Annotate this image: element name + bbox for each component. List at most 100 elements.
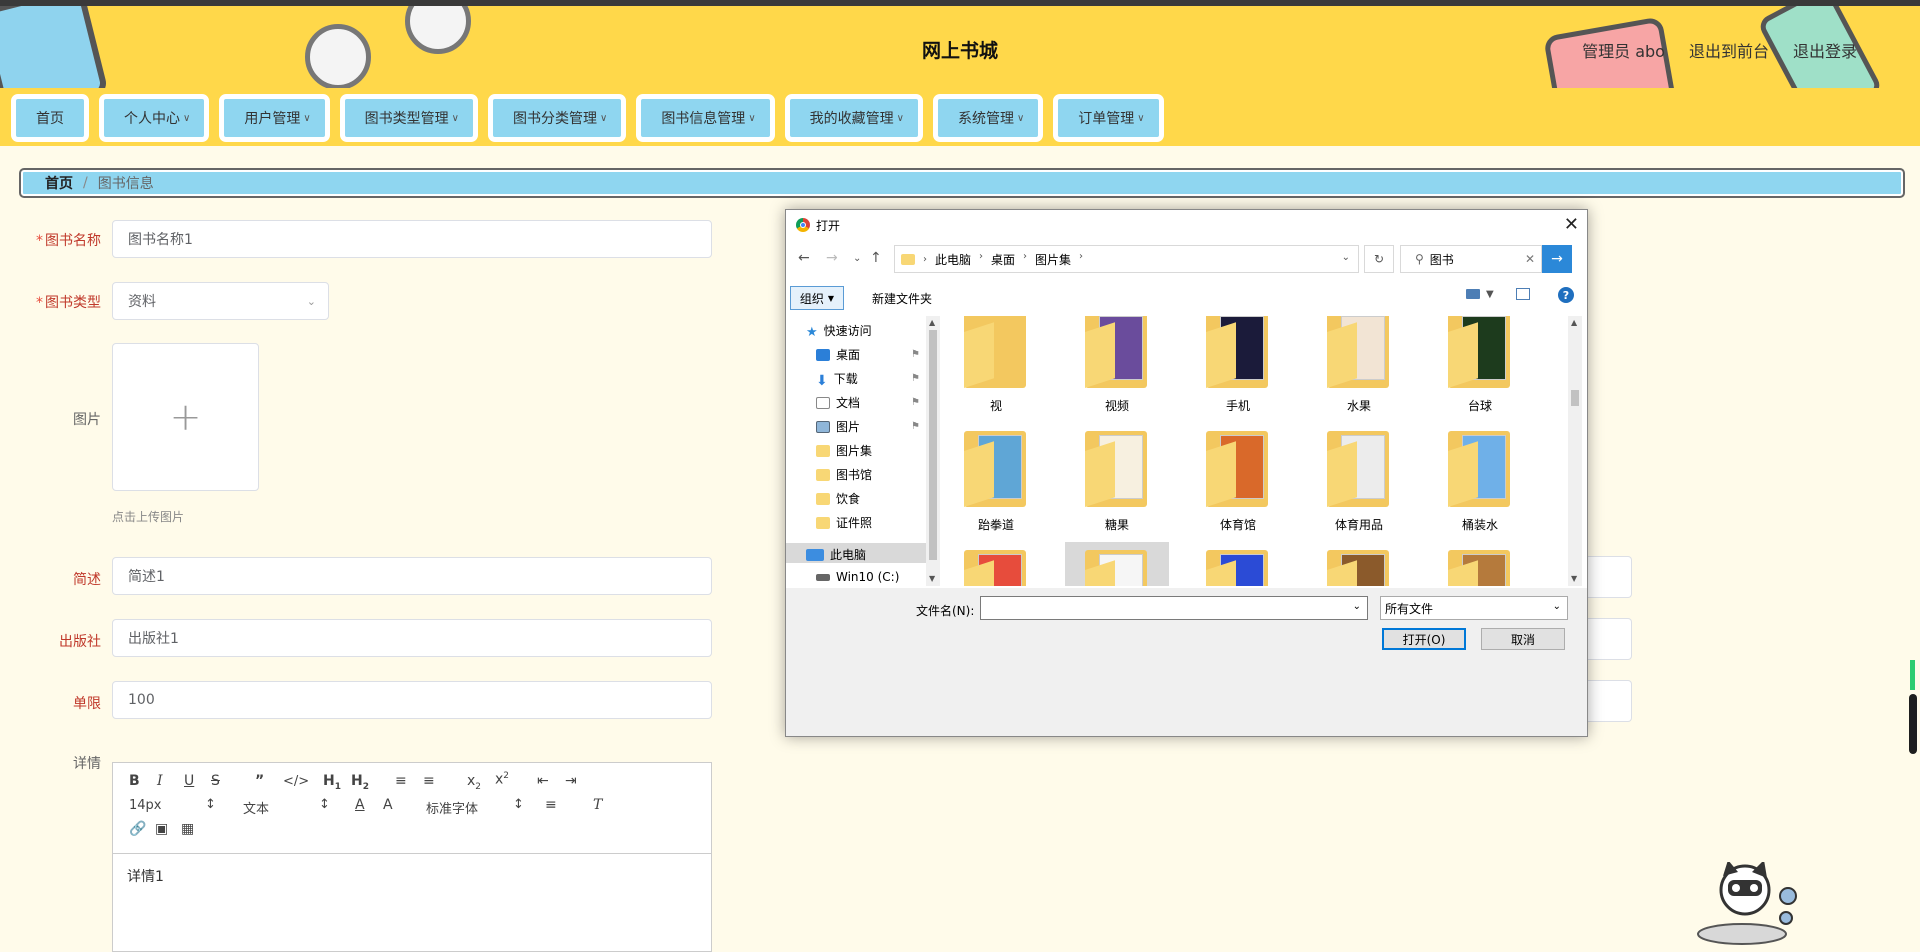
scrollbar-thumb[interactable]	[929, 330, 937, 560]
address-crumb[interactable]: 此电脑	[935, 251, 971, 268]
scroll-up-icon[interactable]: ▲	[1571, 318, 1577, 327]
preview-pane-icon[interactable]	[1516, 288, 1530, 300]
grid-scrollbar[interactable]: ▲ ▼	[1568, 316, 1582, 586]
description-input[interactable]: 简述1	[112, 557, 712, 595]
page-scrollbar[interactable]	[1906, 660, 1920, 754]
tree-item[interactable]: 图书馆	[816, 466, 926, 483]
tree-item[interactable]: ⬇ 下载 ⚑	[816, 370, 926, 389]
font-color-icon[interactable]: A	[355, 797, 365, 813]
view-icon[interactable]	[1466, 289, 1480, 299]
heading1-icon[interactable]: H1	[323, 773, 341, 792]
up-arrow-icon[interactable]: ↑	[870, 250, 882, 266]
superscript-icon[interactable]: x2	[495, 771, 509, 788]
nav-item-6[interactable]: 我的收藏管理 ∨	[784, 94, 923, 142]
back-arrow-icon[interactable]: ←	[798, 250, 810, 266]
nav-pane-scrollbar[interactable]: ▲ ▼	[926, 316, 940, 586]
folder-item[interactable]: 图书馆	[1307, 542, 1411, 586]
code-icon[interactable]: </>	[283, 774, 309, 789]
scroll-down-icon[interactable]: ▼	[929, 574, 935, 583]
nav-item-2[interactable]: 用户管理 ∨	[219, 94, 330, 142]
search-go-button[interactable]: →	[1542, 245, 1572, 273]
tree-item[interactable]: ★ 快速访问	[806, 322, 926, 340]
chevron-right-icon[interactable]: ›	[1023, 251, 1027, 268]
bold-icon[interactable]: B	[129, 773, 140, 789]
nav-item-4[interactable]: 图书分类管理 ∨	[487, 94, 627, 142]
folder-item[interactable]: 图片	[1065, 542, 1169, 586]
folder-item[interactable]: 桶装水	[1428, 423, 1532, 539]
address-crumb[interactable]: 图片集	[1035, 251, 1071, 268]
nav-item-5[interactable]: 图书信息管理 ∨	[636, 94, 775, 142]
tree-item[interactable]: 图片 ⚑	[816, 418, 926, 435]
tree-item[interactable]: 此电脑	[806, 546, 926, 563]
logout-link[interactable]: 退出登录	[1793, 38, 1857, 62]
chevron-down-icon[interactable]: ⌄	[1342, 252, 1350, 263]
help-icon[interactable]: ?	[1558, 287, 1574, 303]
filename-input[interactable]: ⌄	[980, 596, 1368, 620]
breadcrumb-home[interactable]: 首页	[45, 173, 73, 193]
tree-item[interactable]: 证件照	[816, 514, 926, 531]
folder-item[interactable]: 投票	[944, 542, 1048, 586]
link-icon[interactable]: 🔗	[129, 821, 146, 837]
tree-item[interactable]: 文档 ⚑	[816, 394, 926, 411]
folder-item[interactable]: 手机	[1186, 316, 1290, 420]
heading2-icon[interactable]: H2	[351, 773, 369, 792]
underline-icon[interactable]: U	[184, 773, 194, 789]
chevron-down-icon[interactable]: ⌄	[1353, 601, 1361, 612]
cancel-button[interactable]: 取消	[1481, 628, 1565, 650]
exit-to-front-link[interactable]: 退出到前台	[1689, 38, 1769, 62]
tree-item[interactable]: Win10 (C:)	[816, 570, 926, 584]
folder-item[interactable]: 体育用品	[1307, 423, 1411, 539]
folder-item[interactable]: 跆拳道	[944, 423, 1048, 539]
tree-item[interactable]: 图片集	[816, 442, 926, 459]
strikethrough-icon[interactable]: S	[211, 773, 220, 789]
italic-icon[interactable]: I	[157, 773, 163, 789]
text-type-select[interactable]: 文本	[243, 798, 269, 817]
refresh-button[interactable]: ↻	[1364, 245, 1394, 273]
scrollbar-thumb[interactable]	[1571, 390, 1579, 406]
folder-item[interactable]: 视频	[1065, 316, 1169, 420]
folder-item[interactable]: 台球	[1428, 316, 1532, 420]
scroll-down-icon[interactable]: ▼	[1571, 574, 1577, 583]
editor-content[interactable]: 详情1	[113, 854, 711, 898]
folder-item[interactable]: 糖果	[1065, 423, 1169, 539]
video-icon[interactable]: ▦	[181, 821, 194, 837]
open-button[interactable]: 打开(O)	[1382, 628, 1466, 650]
chevron-right-icon[interactable]: ›	[979, 251, 983, 268]
nav-item-0[interactable]: 首页	[11, 94, 89, 142]
publisher-input[interactable]: 出版社1	[112, 619, 712, 657]
close-icon[interactable]: ✕	[1564, 214, 1579, 235]
search-input[interactable]: ⚲ 图书 ✕	[1400, 245, 1542, 273]
filetype-select[interactable]: 所有文件 ⌄	[1380, 596, 1568, 620]
blockquote-icon[interactable]: ”	[255, 773, 264, 789]
image-upload-button[interactable]: +	[112, 343, 259, 491]
new-folder-button[interactable]: 新建文件夹	[872, 290, 932, 307]
nav-item-3[interactable]: 图书类型管理 ∨	[339, 94, 478, 142]
tree-item[interactable]: 桌面 ⚑	[816, 346, 926, 363]
folder-item[interactable]: 视	[944, 316, 1048, 420]
image-icon[interactable]: ▣	[155, 821, 168, 837]
caret-down-icon[interactable]: ▼	[1486, 289, 1494, 300]
outdent-icon[interactable]: ⇤	[537, 773, 549, 789]
tree-item[interactable]: 饮食	[816, 490, 926, 507]
folder-item[interactable]: 土壤	[1428, 542, 1532, 586]
scrollbar-thumb[interactable]	[1909, 694, 1917, 754]
book-type-select[interactable]: 资料 ⌄	[112, 282, 329, 320]
nav-item-8[interactable]: 订单管理 ∨	[1053, 94, 1164, 142]
address-crumb[interactable]: 桌面	[991, 251, 1015, 268]
folder-item[interactable]: 水果	[1307, 316, 1411, 420]
folder-item[interactable]: 体育馆	[1186, 423, 1290, 539]
chevron-right-icon[interactable]: ›	[1079, 251, 1083, 268]
font-size-select[interactable]: 14px	[129, 798, 162, 813]
bullet-list-icon[interactable]: ≡	[423, 773, 435, 789]
clear-format-icon[interactable]: T	[593, 797, 602, 813]
scroll-up-icon[interactable]: ▲	[929, 318, 935, 327]
limit-input[interactable]: 100	[112, 681, 712, 719]
organize-button[interactable]: 组织 ▼	[790, 286, 844, 310]
align-icon[interactable]: ≡	[545, 797, 557, 813]
nav-item-1[interactable]: 个人中心 ∨	[99, 94, 210, 142]
forward-arrow-icon[interactable]: →	[826, 250, 838, 266]
background-color-icon[interactable]: A	[383, 797, 393, 813]
font-family-select[interactable]: 标准字体	[426, 798, 478, 817]
nav-item-7[interactable]: 系统管理 ∨	[932, 94, 1044, 142]
subscript-icon[interactable]: x2	[467, 773, 481, 792]
